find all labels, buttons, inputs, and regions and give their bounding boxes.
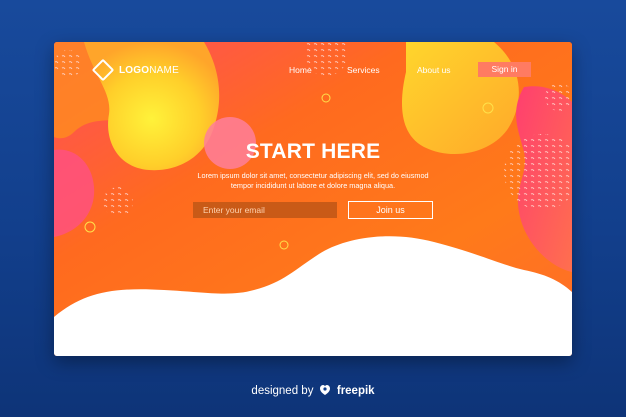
freepik-logo-icon (319, 385, 330, 395)
hero-title: START HERE (245, 140, 381, 163)
join-us-button[interactable]: Join us (348, 201, 433, 219)
freepik-brand-text: freepik (336, 385, 375, 397)
designer-credit: designed by freepik (0, 384, 626, 397)
nav-about-link[interactable]: About us (417, 65, 451, 75)
email-input[interactable] (193, 202, 337, 218)
sign-in-button[interactable]: Sign in (478, 62, 531, 77)
nav-home-link[interactable]: Home (289, 65, 312, 75)
logo[interactable]: LOGONAME (91, 58, 179, 82)
logo-text: LOGONAME (119, 64, 179, 76)
logo-diamond-icon (91, 58, 115, 82)
hero-subtitle: Lorem ipsum dolor sit amet, consectetur … (173, 171, 453, 191)
designed-by-text: designed by (251, 385, 314, 397)
nav-services-link[interactable]: Services (347, 65, 380, 75)
landing-page-card: LOGONAME Home Services About us Sign in … (54, 42, 572, 356)
hero-subtitle-line-1: Lorem ipsum dolor sit amet, consectetur … (197, 171, 429, 180)
top-navigation: LOGONAME Home Services About us Sign in (54, 42, 572, 100)
hero-subtitle-line-2: tempor incididunt ut labore et dolore ma… (230, 181, 396, 190)
